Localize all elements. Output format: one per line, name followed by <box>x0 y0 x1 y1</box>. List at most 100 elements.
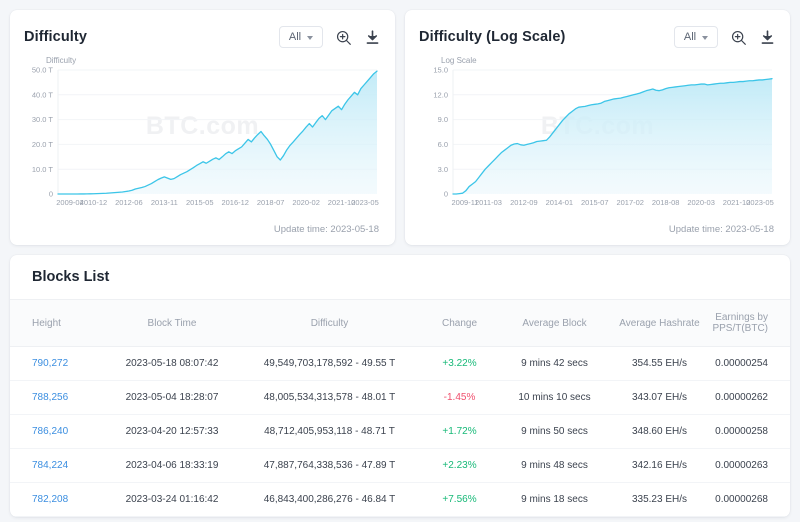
svg-text:10.0 T: 10.0 T <box>32 165 54 174</box>
chart-header: Difficulty (Log Scale) All <box>419 24 776 50</box>
table-row[interactable]: 780,1922023-03-11 00:48:1043,551,722,213… <box>10 517 790 518</box>
table-row[interactable]: 790,2722023-05-18 08:07:4249,549,703,178… <box>10 347 790 381</box>
range-select-dropdown[interactable]: All <box>674 26 718 48</box>
download-icon[interactable] <box>364 29 381 46</box>
svg-text:2015-05: 2015-05 <box>186 198 214 207</box>
block-average-hashrate-cell: 311.69 EH/s <box>607 517 712 518</box>
block-change-cell: +3.22% <box>417 347 502 381</box>
update-time-label: Update time: 2023-05-18 <box>669 224 774 235</box>
block-difficulty-cell: 48,005,534,313,578 - 48.01 T <box>242 381 417 415</box>
block-difficulty-cell: 49,549,703,178,592 - 49.55 T <box>242 347 417 381</box>
range-select-value: All <box>289 31 301 43</box>
block-average-block-cell: 9 mins 18 secs <box>502 483 607 517</box>
svg-text:50.0 T: 50.0 T <box>32 66 54 75</box>
blocks-table-body: 790,2722023-05-18 08:07:4249,549,703,178… <box>10 347 790 518</box>
svg-text:2018-07: 2018-07 <box>257 198 285 207</box>
svg-text:2017-02: 2017-02 <box>616 198 644 207</box>
block-average-block-cell: 9 mins 50 secs <box>502 415 607 449</box>
block-average-hashrate-cell: 354.55 EH/s <box>607 347 712 381</box>
svg-text:2020-03: 2020-03 <box>687 198 715 207</box>
block-difficulty-cell: 43,551,722,213,590 - 43.55 T <box>242 517 417 518</box>
column-header-block-time[interactable]: Block Time <box>102 300 242 347</box>
block-height-link[interactable]: 780,192 <box>10 517 102 518</box>
svg-text:2023-05: 2023-05 <box>351 198 379 207</box>
block-time-cell: 2023-04-06 18:33:19 <box>102 449 242 483</box>
block-time-cell: 2023-05-04 18:28:07 <box>102 381 242 415</box>
svg-text:2010-12: 2010-12 <box>80 198 108 207</box>
chevron-down-icon <box>702 36 708 40</box>
page-title: Difficulty (Log Scale) <box>419 29 565 45</box>
range-select-dropdown[interactable]: All <box>279 26 323 48</box>
chart-toolbar: All <box>674 26 776 48</box>
block-time-cell: 2023-03-11 00:48:10 <box>102 517 242 518</box>
difficulty-log-chart-card: Difficulty (Log Scale) All <box>405 10 790 245</box>
update-time-label: Update time: 2023-05-18 <box>274 224 379 235</box>
block-average-hashrate-cell: 348.60 EH/s <box>607 415 712 449</box>
svg-text:3.0: 3.0 <box>438 165 448 174</box>
column-header-change[interactable]: Change <box>417 300 502 347</box>
svg-text:2012-09: 2012-09 <box>510 198 538 207</box>
blocks-list-card: Blocks List Height Block Time Difficulty… <box>10 255 790 517</box>
block-average-hashrate-cell: 343.07 EH/s <box>607 381 712 415</box>
svg-text:12.0: 12.0 <box>433 90 448 99</box>
block-average-hashrate-cell: 335.23 EH/s <box>607 483 712 517</box>
block-average-block-cell: 9 mins 42 secs <box>502 347 607 381</box>
block-time-cell: 2023-04-20 12:57:33 <box>102 415 242 449</box>
zoom-in-icon[interactable] <box>335 29 352 46</box>
column-header-difficulty[interactable]: Difficulty <box>242 300 417 347</box>
block-difficulty-cell: 46,843,400,286,276 - 46.84 T <box>242 483 417 517</box>
svg-text:9.0: 9.0 <box>438 115 448 124</box>
block-average-block-cell: 9 mins 53 secs <box>502 517 607 518</box>
column-header-average-hashrate[interactable]: Average Hashrate <box>607 300 712 347</box>
column-header-average-block[interactable]: Average Block <box>502 300 607 347</box>
block-change-cell: -1.45% <box>417 381 502 415</box>
block-difficulty-cell: 48,712,405,953,118 - 48.71 T <box>242 415 417 449</box>
block-earnings-cell: 0.00000262 <box>712 381 790 415</box>
table-header-row: Height Block Time Difficulty Change Aver… <box>10 300 790 347</box>
block-height-link[interactable]: 790,272 <box>10 347 102 381</box>
block-height-link[interactable]: 786,240 <box>10 415 102 449</box>
block-difficulty-cell: 47,887,764,338,536 - 47.89 T <box>242 449 417 483</box>
block-average-block-cell: 10 mins 10 secs <box>502 381 607 415</box>
block-height-link[interactable]: 784,224 <box>10 449 102 483</box>
svg-text:30.0 T: 30.0 T <box>32 115 54 124</box>
svg-text:2012-06: 2012-06 <box>115 198 143 207</box>
chart-toolbar: All <box>279 26 381 48</box>
block-earnings-cell: 0.00000258 <box>712 415 790 449</box>
difficulty-chart-card: Difficulty All <box>10 10 395 245</box>
block-earnings-cell: 0.00000254 <box>712 347 790 381</box>
difficulty-plot[interactable]: Difficulty BTC.com 010.0 T20.0 T30.0 T40… <box>24 56 381 216</box>
range-select-value: All <box>684 31 696 43</box>
page-title: Difficulty <box>24 29 87 45</box>
difficulty-log-plot[interactable]: Log Scale BTC.com 03.06.09.012.015.02009… <box>419 56 776 216</box>
page-root: Difficulty All <box>0 0 800 522</box>
table-row[interactable]: 784,2242023-04-06 18:33:1947,887,764,338… <box>10 449 790 483</box>
table-row[interactable]: 788,2562023-05-04 18:28:0748,005,534,313… <box>10 381 790 415</box>
column-header-height[interactable]: Height <box>10 300 102 347</box>
blocks-table: Height Block Time Difficulty Change Aver… <box>10 299 790 517</box>
download-icon[interactable] <box>759 29 776 46</box>
blocks-table-head: Height Block Time Difficulty Change Aver… <box>10 300 790 347</box>
svg-text:2016-12: 2016-12 <box>221 198 249 207</box>
svg-text:2011-03: 2011-03 <box>475 198 502 207</box>
zoom-in-icon[interactable] <box>730 29 747 46</box>
block-height-link[interactable]: 782,208 <box>10 483 102 517</box>
table-row[interactable]: 786,2402023-04-20 12:57:3348,712,405,953… <box>10 415 790 449</box>
table-row[interactable]: 782,2082023-03-24 01:16:4246,843,400,286… <box>10 483 790 517</box>
block-change-cell: +1.16% <box>417 517 502 518</box>
svg-text:2020-02: 2020-02 <box>292 198 320 207</box>
svg-text:0: 0 <box>444 190 448 199</box>
column-header-earnings[interactable]: Earnings by PPS/T(BTC) <box>712 300 790 347</box>
svg-text:15.0: 15.0 <box>433 66 448 75</box>
block-change-cell: +2.23% <box>417 449 502 483</box>
block-change-cell: +7.56% <box>417 483 502 517</box>
block-height-link[interactable]: 788,256 <box>10 381 102 415</box>
block-earnings-cell: 0.00000268 <box>712 483 790 517</box>
chevron-down-icon <box>307 36 313 40</box>
block-average-hashrate-cell: 342.16 EH/s <box>607 449 712 483</box>
blocks-list-header: Blocks List <box>10 255 790 299</box>
block-time-cell: 2023-05-18 08:07:42 <box>102 347 242 381</box>
block-time-cell: 2023-03-24 01:16:42 <box>102 483 242 517</box>
block-average-block-cell: 9 mins 48 secs <box>502 449 607 483</box>
svg-text:40.0 T: 40.0 T <box>32 90 54 99</box>
